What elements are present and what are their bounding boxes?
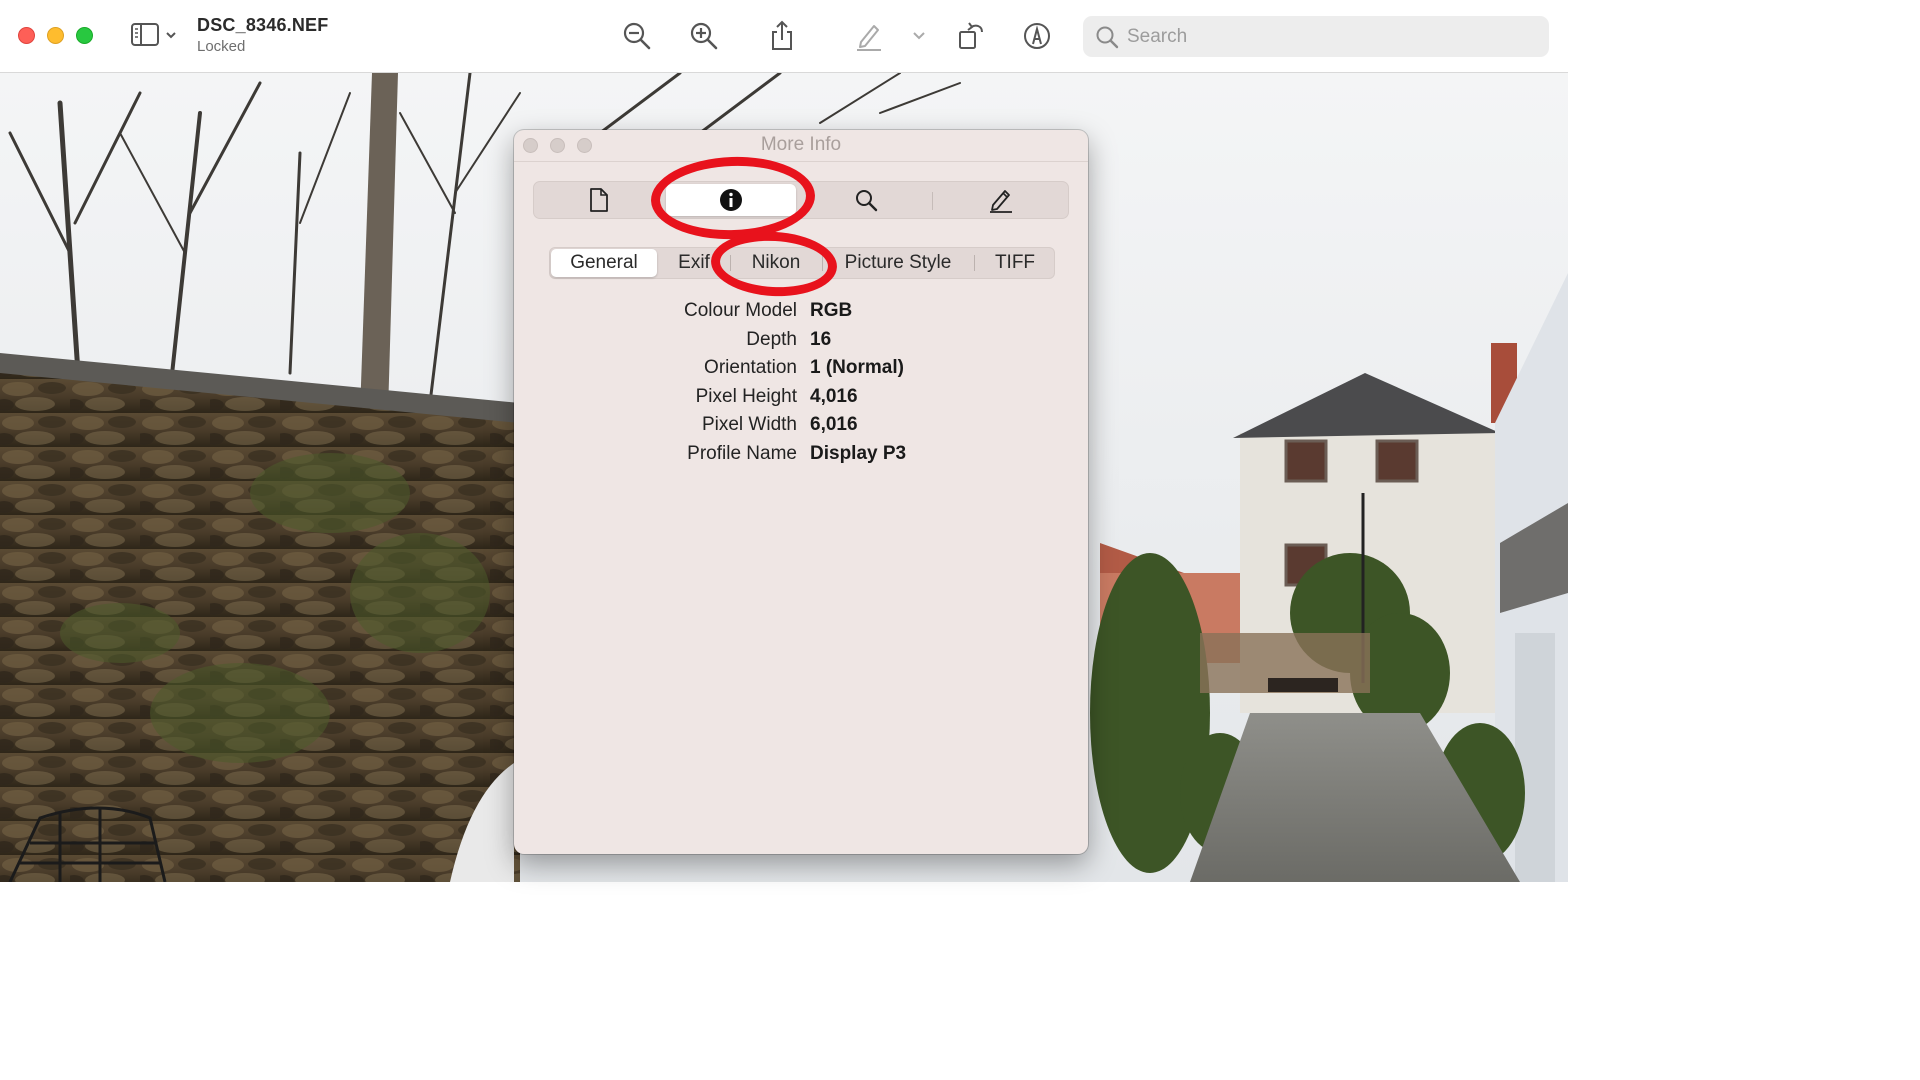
- info-value: 6,016: [810, 414, 858, 435]
- info-key: Pixel Width: [701, 414, 797, 435]
- tab-nikon[interactable]: Nikon: [734, 248, 818, 278]
- file-icon: [590, 188, 608, 212]
- info-key: Depth: [746, 329, 797, 350]
- document-title: DSC_8346.NEF: [197, 15, 329, 35]
- metadata-tabs: General Exif Nikon Picture Style TIFF: [549, 247, 1055, 279]
- document-title-block[interactable]: DSC_8346.NEF Locked: [197, 15, 328, 55]
- zoom-in-button[interactable]: [686, 18, 722, 54]
- rotate-button[interactable]: [953, 18, 989, 54]
- search-input[interactable]: [1127, 22, 1527, 51]
- tab-exif[interactable]: Exif: [662, 248, 726, 278]
- info-row: Depth 16: [514, 329, 1088, 357]
- sidebar-toggle-button[interactable]: [130, 22, 180, 48]
- info-row: Colour Model RGB: [514, 300, 1088, 328]
- info-value: 16: [810, 329, 832, 350]
- info-row: Pixel Width 6,016: [514, 414, 1088, 442]
- more-info-panel: More Info General Exif Nikon Picture Sty…: [514, 130, 1088, 854]
- segment-divider: [932, 192, 933, 210]
- info-value: 4,016: [810, 386, 858, 407]
- rotate-icon: [959, 22, 983, 49]
- search-icon: [856, 190, 878, 212]
- inspector-segmented-control: [533, 181, 1069, 219]
- minimize-window-button[interactable]: [47, 27, 64, 44]
- inspector-tab-file[interactable]: [536, 184, 662, 216]
- document-status: Locked: [197, 38, 246, 55]
- info-key: Colour Model: [684, 300, 797, 321]
- info-key: Pixel Height: [695, 386, 797, 407]
- share-icon: [772, 20, 792, 50]
- tab-divider: [730, 255, 731, 271]
- inspector-tab-search[interactable]: [800, 184, 932, 216]
- info-value: 1 (Normal): [810, 357, 904, 378]
- search-field[interactable]: [1083, 16, 1549, 57]
- tab-divider: [974, 255, 975, 271]
- info-row: Pixel Height 4,016: [514, 386, 1088, 414]
- annotate-icon: [1024, 23, 1050, 49]
- chevron-down-icon: [913, 32, 925, 40]
- info-key: Profile Name: [687, 443, 797, 464]
- share-button[interactable]: [764, 18, 800, 54]
- markup-pen-icon: [857, 25, 881, 51]
- panel-titlebar[interactable]: More Info: [514, 130, 1088, 162]
- inspector-tab-annotations[interactable]: [936, 184, 1066, 216]
- zoom-out-button[interactable]: [619, 18, 655, 54]
- close-window-button[interactable]: [18, 27, 35, 44]
- pencil-icon: [990, 190, 1012, 213]
- markup-menu-button[interactable]: [902, 18, 936, 54]
- info-icon: [720, 189, 742, 211]
- tab-divider: [822, 255, 823, 271]
- annotate-button[interactable]: [1019, 18, 1055, 54]
- chevron-down-icon: [166, 32, 176, 39]
- tab-picture-style[interactable]: Picture Style: [826, 248, 970, 278]
- window-toolbar: DSC_8346.NEF Locked: [0, 0, 1568, 73]
- markup-button[interactable]: [851, 18, 887, 54]
- info-key: Orientation: [704, 357, 797, 378]
- info-row: Orientation 1 (Normal): [514, 357, 1088, 385]
- info-value: Display P3: [810, 443, 907, 464]
- zoom-in-icon: [690, 22, 718, 50]
- info-value: RGB: [810, 300, 853, 321]
- sidebar-toggle-icon: [131, 23, 176, 46]
- inspector-tab-info[interactable]: [666, 184, 796, 216]
- tab-tiff[interactable]: TIFF: [978, 248, 1052, 278]
- tab-general[interactable]: General: [551, 249, 657, 277]
- zoom-out-icon: [623, 22, 651, 50]
- maximize-window-button[interactable]: [76, 27, 93, 44]
- search-icon: [1096, 26, 1119, 49]
- info-row: Profile Name Display P3: [514, 443, 1088, 471]
- panel-title: More Info: [760, 134, 842, 155]
